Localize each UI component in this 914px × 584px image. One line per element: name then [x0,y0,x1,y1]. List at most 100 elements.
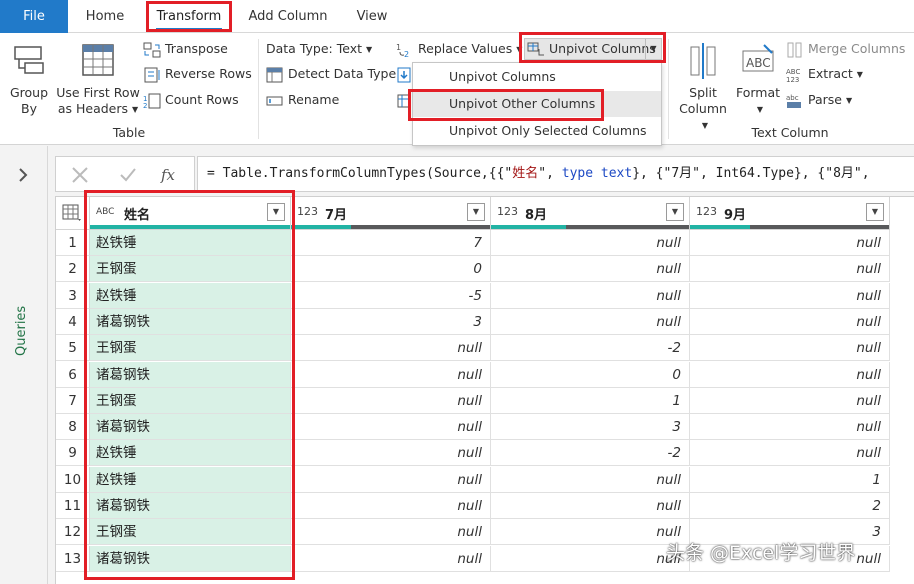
filter-dropdown-icon[interactable]: ▼ [666,203,684,221]
merge-columns-button[interactable]: Merge Columns [786,39,905,59]
fx-icon[interactable]: fx [160,165,180,185]
cell-value[interactable]: null [291,388,491,414]
row-number[interactable]: 3 [56,283,90,309]
cell-value[interactable]: null [491,230,690,256]
format-button[interactable]: ABC Format ▼ [734,41,782,118]
cell-value[interactable]: -2 [491,335,690,361]
cell-value[interactable]: null [491,309,690,335]
row-number[interactable]: 10 [56,467,90,493]
tab-file[interactable]: File [0,0,68,33]
unpivot-columns-split-button[interactable]: Unpivot Columns ▼ [524,38,662,60]
row-number[interactable]: 2 [56,256,90,282]
cell-value[interactable]: null [291,467,491,493]
queries-label[interactable]: Queries [14,306,29,356]
filter-dropdown-icon[interactable]: ▼ [267,203,285,221]
cell-value[interactable]: null [291,519,491,545]
cell-value[interactable]: 0 [291,256,491,282]
cell-name[interactable]: 赵铁锤 [90,230,291,256]
replace-values-button[interactable]: 1 2 Replace Values ▼ [396,39,522,59]
cell-value[interactable]: 7 [291,230,491,256]
cell-value[interactable]: 1 [690,467,890,493]
menu-item-unpivot-other-columns[interactable]: Unpivot Other Columns [413,91,661,117]
transpose-button[interactable]: Transpose [143,39,228,59]
confirm-check-icon[interactable] [119,166,137,184]
tab-view[interactable]: View [346,0,398,33]
cell-value[interactable]: null [690,388,890,414]
row-number[interactable]: 8 [56,414,90,440]
column-header-august[interactable]: 123 8月 ▼ [491,197,690,230]
cell-value[interactable]: null [690,230,890,256]
cell-name[interactable]: 诸葛钢铁 [90,414,291,440]
cell-name[interactable]: 王钢蛋 [90,519,291,545]
row-number[interactable]: 9 [56,440,90,466]
row-number[interactable]: 11 [56,493,90,519]
row-number[interactable]: 13 [56,546,90,572]
cell-value[interactable]: null [291,335,491,361]
cell-value[interactable]: null [491,493,690,519]
cell-value[interactable]: 0 [491,362,690,388]
reverse-rows-button[interactable]: Reverse Rows [143,64,252,84]
filter-dropdown-icon[interactable]: ▼ [866,203,884,221]
cell-value[interactable]: 3 [291,309,491,335]
row-number[interactable]: 1 [56,230,90,256]
cell-value[interactable]: null [491,467,690,493]
detect-data-type-button[interactable]: Detect Data Type [266,64,396,84]
parse-button[interactable]: abc Parse ▼ [786,90,852,110]
tab-home[interactable]: Home [74,0,136,33]
cell-value[interactable]: null [690,414,890,440]
cell-value[interactable]: null [291,493,491,519]
number-type-icon[interactable]: 123 [696,205,717,218]
cell-name[interactable]: 诸葛钢铁 [90,362,291,388]
row-number[interactable]: 4 [56,309,90,335]
cell-name[interactable]: 诸葛钢铁 [90,309,291,335]
tab-transform[interactable]: Transform [148,0,230,33]
cell-value[interactable]: null [491,283,690,309]
cell-value[interactable]: 1 [491,388,690,414]
column-header-july[interactable]: 123 7月 ▼ [291,197,491,230]
menu-item-unpivot-only-selected-columns[interactable]: Unpivot Only Selected Columns [413,118,661,144]
text-type-icon[interactable]: ABC [96,207,114,217]
cell-value[interactable]: 3 [491,414,690,440]
cell-name[interactable]: 王钢蛋 [90,335,291,361]
count-rows-button[interactable]: 1 2 Count Rows [143,90,239,110]
use-first-row-as-headers-button[interactable]: Use First Row as Headers ▼ [56,41,140,118]
row-number[interactable]: 12 [56,519,90,545]
cell-value[interactable]: null [690,335,890,361]
tab-add-column[interactable]: Add Column [240,0,336,33]
extract-button[interactable]: ABC 123 Extract ▼ [786,64,863,84]
cell-value[interactable]: null [690,283,890,309]
cell-name[interactable]: 诸葛钢铁 [90,546,291,572]
cell-name[interactable]: 王钢蛋 [90,388,291,414]
unpivot-dropdown-arrow[interactable]: ▼ [645,39,661,59]
group-by-button[interactable]: Group By [6,41,52,117]
filter-dropdown-icon[interactable]: ▼ [467,203,485,221]
cell-value[interactable]: null [690,309,890,335]
cell-value[interactable]: null [690,362,890,388]
split-column-button[interactable]: Split Column ▼ [674,41,732,134]
cell-name[interactable]: 赵铁锤 [90,440,291,466]
cancel-icon[interactable] [71,166,89,184]
grid-corner[interactable] [56,197,90,230]
cell-name[interactable]: 王钢蛋 [90,256,291,282]
cell-value[interactable]: null [690,256,890,282]
cell-value[interactable]: null [291,362,491,388]
cell-name[interactable]: 赵铁锤 [90,467,291,493]
cell-value[interactable]: -5 [291,283,491,309]
number-type-icon[interactable]: 123 [297,205,318,218]
cell-name[interactable]: 诸葛钢铁 [90,493,291,519]
row-number[interactable]: 6 [56,362,90,388]
cell-value[interactable]: null [690,440,890,466]
cell-value[interactable]: null [291,414,491,440]
menu-item-unpivot-columns[interactable]: Unpivot Columns [413,64,661,90]
data-type-dropdown[interactable]: Data Type: Text ▼ [266,39,372,59]
cell-value[interactable]: null [491,519,690,545]
row-number[interactable]: 7 [56,388,90,414]
cell-name[interactable]: 赵铁锤 [90,283,291,309]
formula-input[interactable]: = Table.TransformColumnTypes(Source,{{"姓… [197,156,914,192]
chevron-right-icon[interactable] [17,168,29,182]
cell-value[interactable]: null [491,546,690,572]
column-header-name[interactable]: ABC 姓名 ▼ [90,197,291,230]
rename-button[interactable]: Rename [266,90,339,110]
cell-value[interactable]: null [291,546,491,572]
cell-value[interactable]: null [291,440,491,466]
